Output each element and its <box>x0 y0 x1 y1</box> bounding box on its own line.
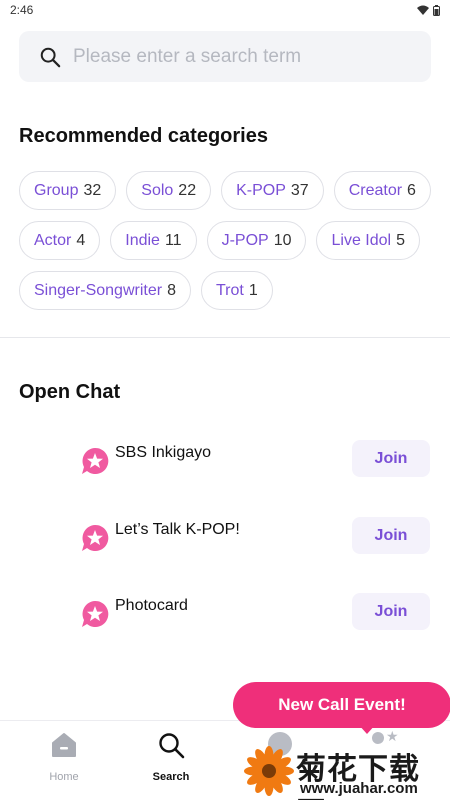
chat-star-icon <box>82 447 109 474</box>
category-chips: Group 32 Solo 22 K-POP 37 Creator 6 Actor 4 I… <box>19 171 439 310</box>
chip-name: J-POP <box>221 231 269 249</box>
flower-logo-icon <box>244 746 294 796</box>
chip-name: Actor <box>34 231 72 249</box>
category-chip-creator[interactable]: Creator 6 <box>333 171 431 210</box>
chip-count: 1 <box>248 281 258 299</box>
chip-name: Group <box>34 181 79 199</box>
watermark-url: www.juahar.com <box>300 780 418 797</box>
category-chip-indie[interactable]: Indie 11 <box>110 221 197 260</box>
chip-count: 8 <box>167 281 176 299</box>
categories-title: Recommended categories <box>19 125 268 147</box>
chip-count: 32 <box>83 181 102 199</box>
chip-name: K-POP <box>236 181 286 199</box>
nav-label-search: Search <box>152 771 190 783</box>
open-chat-row: SBS Inkigayo Join <box>0 440 450 480</box>
chip-count: 37 <box>290 181 309 199</box>
chat-name: Photocard <box>115 597 188 614</box>
chip-name: Creator <box>348 181 403 199</box>
chip-count: 6 <box>407 181 416 199</box>
event-bubble-tail <box>358 724 376 734</box>
chip-count: 22 <box>178 181 197 199</box>
chip-name: Trot <box>215 281 244 299</box>
chip-count: 4 <box>76 231 86 249</box>
nav-home[interactable]: Home <box>29 731 99 783</box>
category-chip-actor[interactable]: Actor 4 <box>19 221 101 260</box>
chat-star-icon <box>82 524 109 551</box>
status-time: 2:46 <box>10 3 34 17</box>
search-icon <box>159 733 185 759</box>
chip-count: 5 <box>396 231 405 249</box>
category-chip-group[interactable]: Group 32 <box>19 171 117 210</box>
category-chip-trot[interactable]: Trot 1 <box>200 271 273 310</box>
join-button[interactable]: Join <box>352 593 430 630</box>
chip-count: 10 <box>273 231 292 249</box>
chip-name: Solo <box>141 181 174 199</box>
nav-label-home: Home <box>49 771 79 783</box>
section-divider <box>0 337 450 338</box>
wifi-icon <box>417 5 429 15</box>
home-icon <box>52 733 76 757</box>
search-input[interactable] <box>73 45 411 68</box>
category-chip-live-idol[interactable]: Live Idol 5 <box>316 221 420 260</box>
open-chat-row: Photocard Join <box>0 593 450 633</box>
search-bar[interactable] <box>19 31 431 82</box>
join-button[interactable]: Join <box>352 440 430 477</box>
chip-name: Singer-Songwriter <box>34 281 163 299</box>
chat-name: Let’s Talk K-POP! <box>115 521 240 538</box>
watermark: 菊花下载网 www.juahar.com <box>244 742 450 800</box>
status-bar: 2:46 <box>0 0 450 20</box>
open-chat-row: Let’s Talk K-POP! Join <box>0 517 450 557</box>
category-chip-jpop[interactable]: J-POP 10 <box>206 221 307 260</box>
join-button[interactable]: Join <box>352 517 430 554</box>
chip-name: Live Idol <box>331 231 392 249</box>
status-icons <box>417 4 440 16</box>
category-chip-singer-songwriter[interactable]: Singer-Songwriter 8 <box>19 271 191 310</box>
chat-name: SBS Inkigayo <box>115 444 212 461</box>
category-chip-solo[interactable]: Solo 22 <box>126 171 212 210</box>
chip-count: 11 <box>164 231 182 249</box>
open-chat-title: Open Chat <box>19 381 121 403</box>
battery-icon <box>433 4 440 16</box>
nav-search[interactable]: Search <box>136 731 206 783</box>
category-chip-kpop[interactable]: K-POP 37 <box>221 171 324 210</box>
new-call-event-button[interactable]: New Call Event! <box>233 682 450 728</box>
chat-star-icon <box>82 600 109 627</box>
chip-name: Indie <box>125 231 160 249</box>
search-icon <box>40 47 61 67</box>
